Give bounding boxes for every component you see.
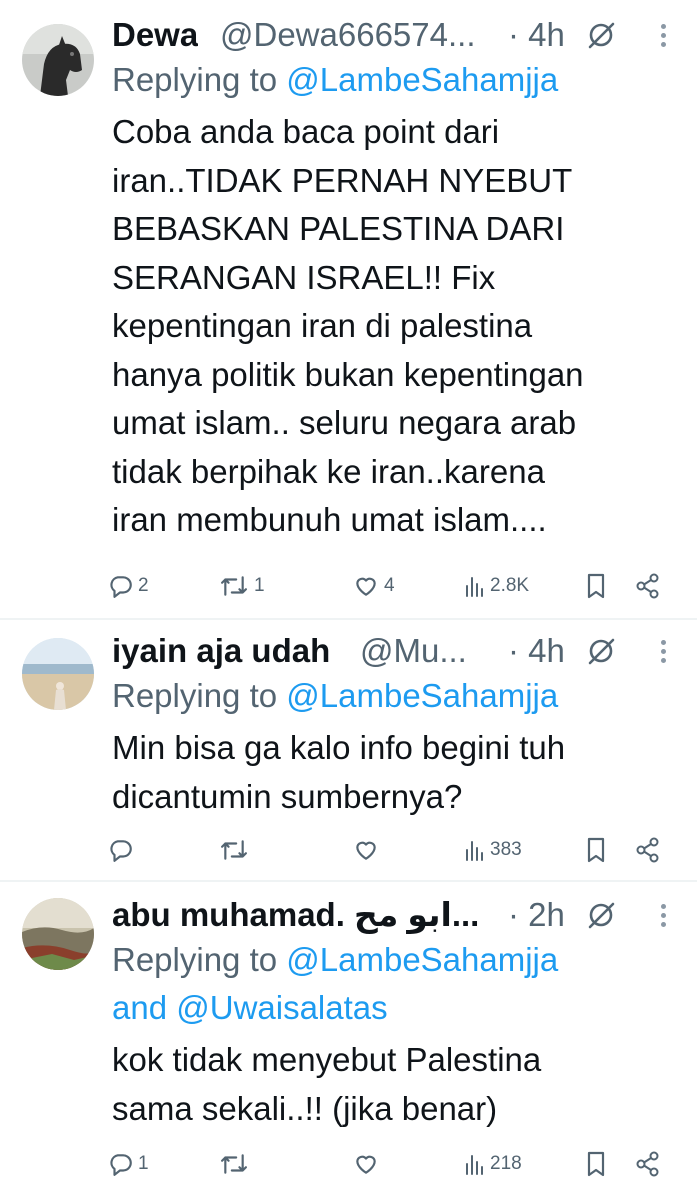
replying-to-line-2: and @Uwaisalatas: [112, 984, 677, 1032]
tweet-header: abu muhamad. ابو مح... · 2h: [112, 894, 677, 936]
user-name[interactable]: Dewa: [112, 14, 198, 56]
tweet-header: Dewa @Dewa666574... · 4h: [112, 14, 677, 56]
grok-icon[interactable]: [586, 900, 616, 930]
tweet-text-line: kok tidak menyebut Palestina: [112, 1041, 542, 1078]
tweet-text-line: dicantumin sumbernya?: [112, 777, 463, 815]
tweet-2[interactable]: iyain aja udah @Mu... · 4h Replying to @…: [0, 620, 697, 882]
reply-button[interactable]: 1: [108, 1144, 149, 1184]
replying-to: Replying to @LambeSahamjja: [112, 672, 677, 720]
like-button[interactable]: [352, 1144, 384, 1184]
action-bar: 2 1 4 2.8K: [108, 566, 697, 606]
reply-button[interactable]: 2: [108, 566, 149, 606]
replying-and: and: [112, 989, 177, 1026]
timestamp[interactable]: · 2h: [508, 894, 565, 936]
grok-icon[interactable]: [586, 636, 616, 666]
bookmark-icon: [587, 573, 605, 599]
tweet-1[interactable]: Dewa @Dewa666574... · 4h Replying to @La…: [0, 0, 697, 620]
views-count: 383: [490, 839, 522, 860]
share-button[interactable]: [634, 566, 662, 606]
tweet-text-line: hanya politik bukan kepentingan: [112, 355, 584, 393]
tweet-text-line: BEBASKAN PALESTINA DARI: [112, 210, 565, 247]
tweet-text-line: Coba anda baca point dari: [112, 113, 500, 150]
like-count: 4: [384, 575, 395, 596]
user-name[interactable]: iyain aja udah: [112, 630, 330, 672]
like-button[interactable]: [352, 830, 384, 870]
replying-prefix: Replying to: [112, 677, 287, 714]
tweet-text-line: iran membunuh umat islam....: [112, 501, 547, 538]
user-handle[interactable]: @Mu...: [360, 630, 500, 672]
action-bar: 1 218: [108, 1144, 697, 1184]
reply-button[interactable]: [108, 830, 138, 870]
bookmark-button[interactable]: [584, 830, 608, 870]
tweet-text-line: umat islam.. seluru negara arab: [112, 404, 577, 441]
share-button[interactable]: [634, 830, 662, 870]
more-icon[interactable]: [657, 900, 669, 930]
reply-icon: [110, 576, 132, 598]
tweet-text-line: kepentingan iran di palestina: [112, 307, 533, 344]
tweet-header: iyain aja udah @Mu... · 4h: [112, 630, 677, 672]
tweet-text-line: Min bisa ga kalo info begini tuh: [112, 729, 566, 766]
share-icon: [636, 573, 659, 599]
reply-icon: [110, 840, 132, 862]
user-handle[interactable]: @Dewa666574...: [220, 14, 510, 56]
repost-button[interactable]: 1: [218, 566, 265, 606]
avatar[interactable]: [22, 24, 94, 96]
tweet-text: kok tidak menyebut Palestina sama sekali…: [112, 1036, 677, 1133]
views-count: 218: [490, 1153, 522, 1174]
more-icon[interactable]: [657, 20, 669, 50]
replying-prefix: Replying to: [112, 61, 287, 98]
grok-icon[interactable]: [586, 20, 616, 50]
repost-icon: [221, 1154, 248, 1174]
like-button[interactable]: 4: [352, 566, 395, 606]
repost-count: 1: [254, 575, 265, 596]
like-icon: [356, 841, 376, 860]
replying-to: Replying to @LambeSahamjja: [112, 936, 677, 984]
mention-link[interactable]: @LambeSahamjja: [286, 61, 558, 98]
more-icon[interactable]: [657, 636, 669, 666]
tweet-text-line: SERANGAN ISRAEL!! Fix: [112, 258, 496, 296]
timestamp[interactable]: · 4h: [508, 630, 565, 672]
views-icon: [466, 841, 483, 861]
replying-to: Replying to @LambeSahamjja: [112, 56, 677, 104]
tweet-text: Coba anda baca point dari iran..TIDAK PE…: [112, 108, 677, 545]
tweet-text-line: tidak berpihak ke iran..karena: [112, 452, 545, 490]
views-button[interactable]: 218: [464, 1144, 522, 1184]
repost-button[interactable]: [218, 830, 254, 870]
repost-icon: [221, 576, 248, 596]
views-count: 2.8K: [490, 575, 530, 596]
tweet-text-line: iran..TIDAK PERNAH NYEBUT: [112, 161, 573, 199]
views-icon: [466, 577, 483, 597]
timestamp[interactable]: · 4h: [508, 14, 565, 56]
reply-icon: [110, 1154, 132, 1176]
mention-link[interactable]: @LambeSahamjja: [286, 941, 558, 978]
avatar[interactable]: [22, 898, 94, 970]
reply-count: 1: [138, 1153, 149, 1174]
tweet-3[interactable]: abu muhamad. ابو مح... · 2h Replying to …: [0, 882, 697, 1200]
mention-link[interactable]: @LambeSahamjja: [286, 677, 558, 714]
share-icon: [636, 837, 659, 863]
repost-button[interactable]: [218, 1144, 254, 1184]
views-button[interactable]: 383: [464, 830, 522, 870]
action-bar: 383: [108, 830, 697, 870]
mention-link[interactable]: @Uwaisalatas: [176, 989, 387, 1026]
user-name[interactable]: abu muhamad. ابو مح...: [112, 894, 479, 936]
bookmark-icon: [587, 1151, 605, 1177]
repost-icon: [221, 840, 248, 860]
avatar[interactable]: [22, 638, 94, 710]
share-button[interactable]: [634, 1144, 662, 1184]
reply-count: 2: [138, 575, 149, 596]
views-icon: [466, 1155, 483, 1175]
like-icon: [356, 577, 376, 596]
share-icon: [636, 1151, 659, 1177]
views-button[interactable]: 2.8K: [464, 566, 529, 606]
replying-prefix: Replying to: [112, 941, 287, 978]
tweet-text: Min bisa ga kalo info begini tuh dicantu…: [112, 724, 677, 821]
bookmark-button[interactable]: [584, 1144, 608, 1184]
bookmark-icon: [587, 837, 605, 863]
bookmark-button[interactable]: [584, 566, 608, 606]
like-icon: [356, 1155, 376, 1174]
tweet-text-line: sama sekali..!! (jika benar): [112, 1089, 498, 1127]
